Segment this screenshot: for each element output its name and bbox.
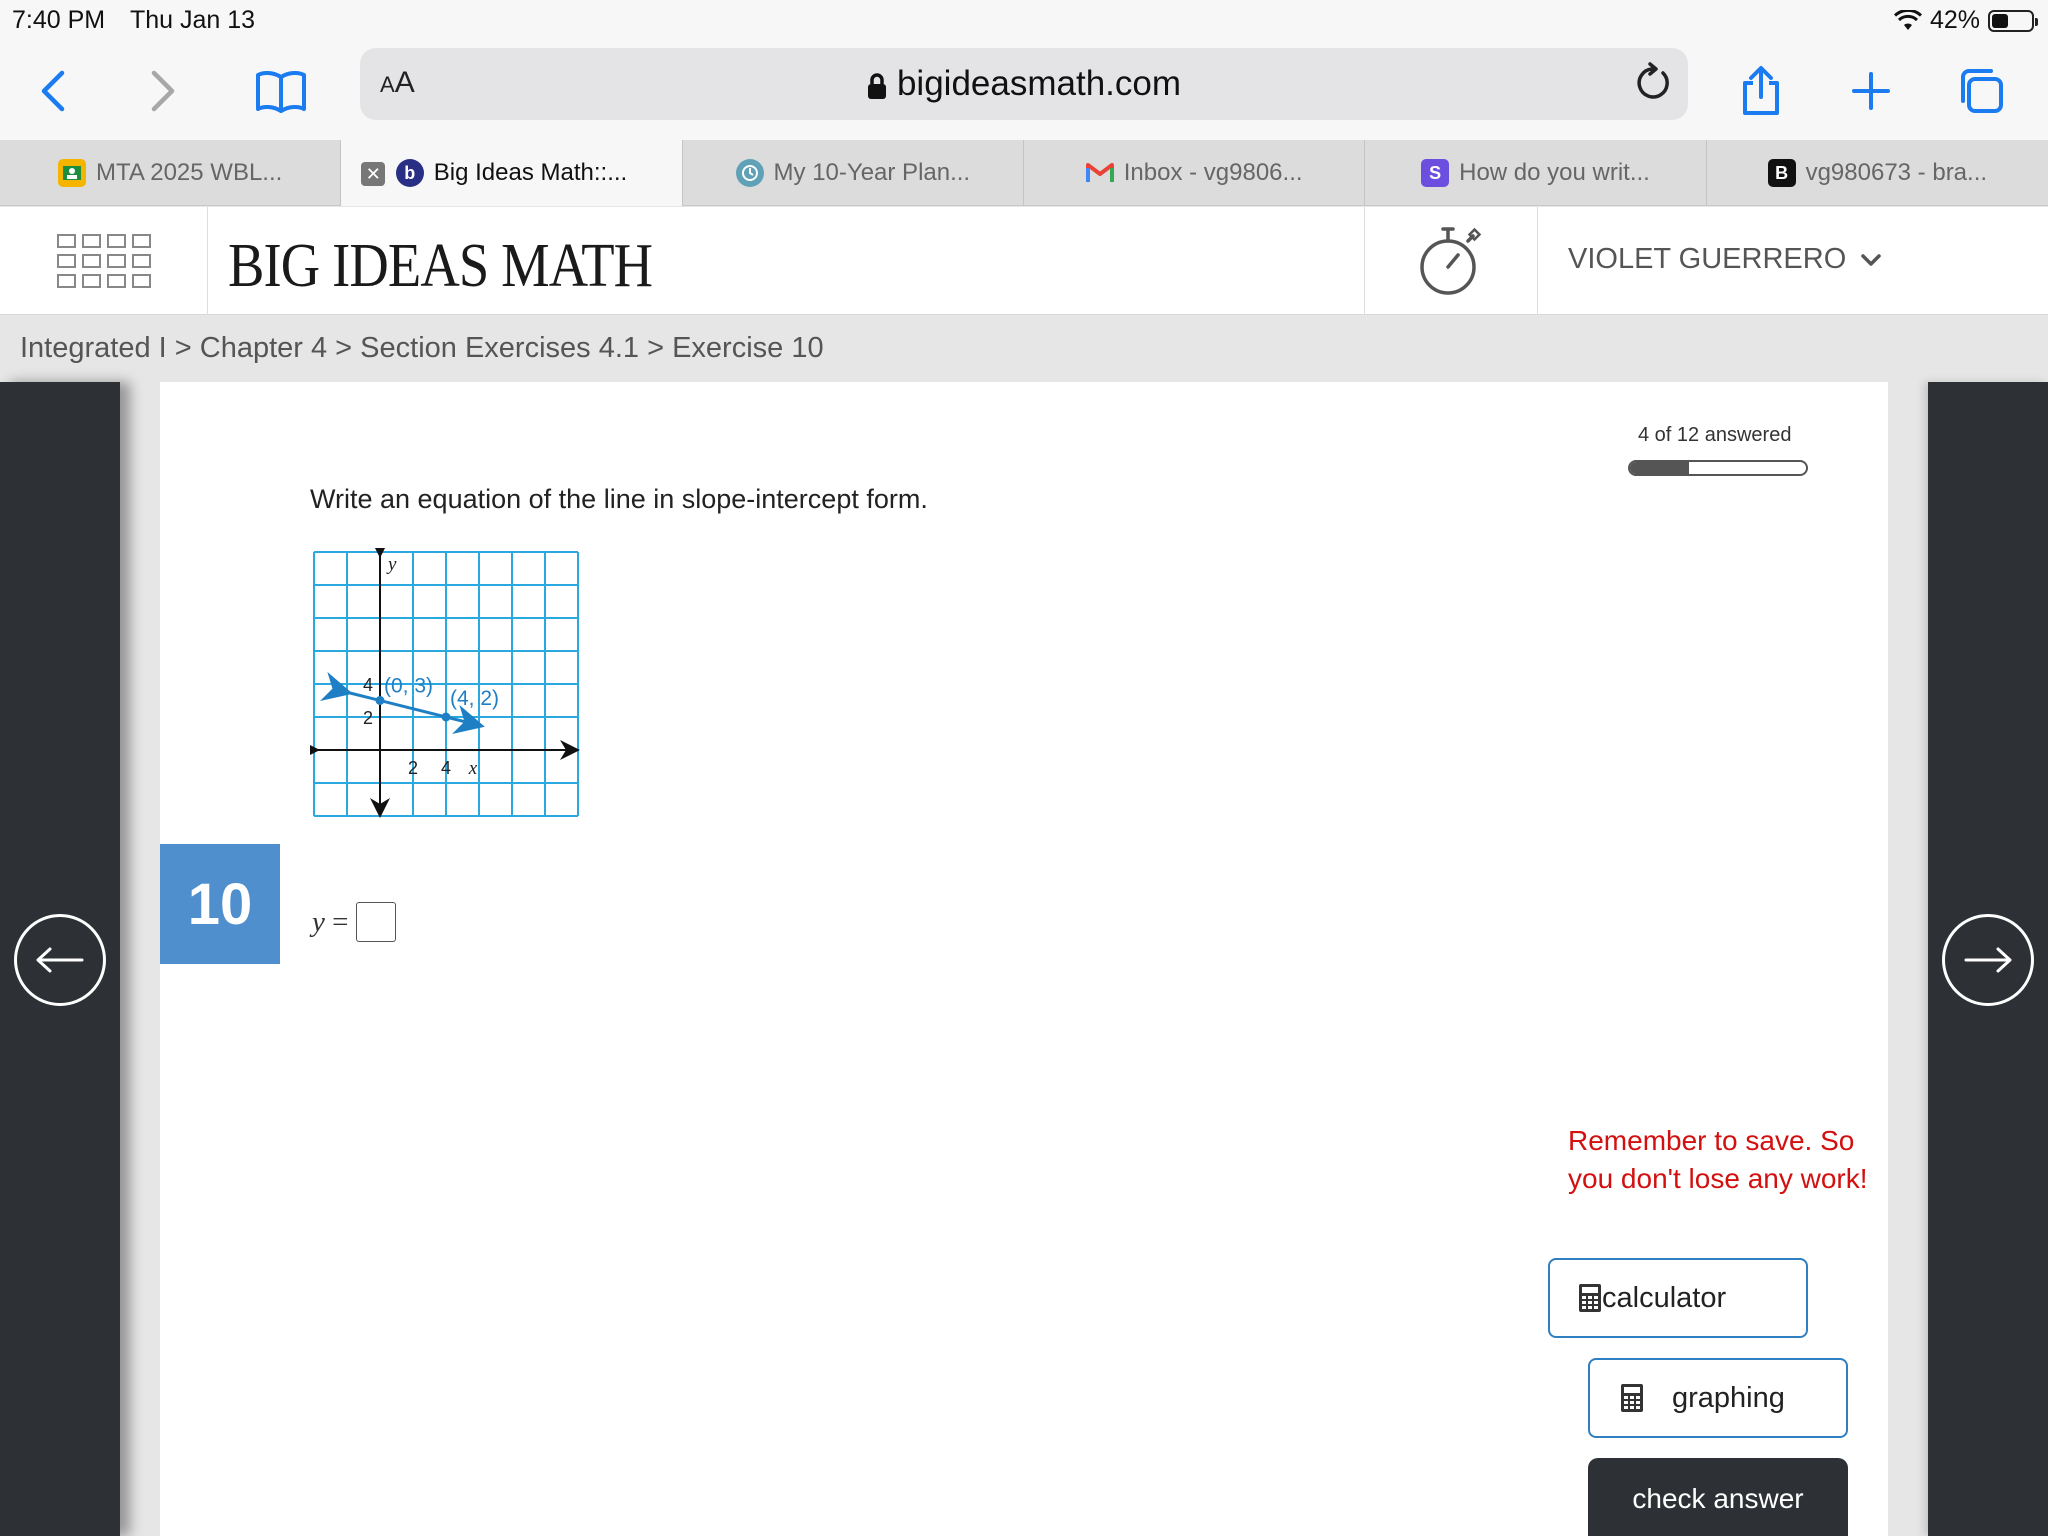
question-text: Write an equation of the line in slope-i… [310,484,928,514]
exercise-number-badge: 10 [160,844,280,964]
tab-label: How do you writ... [1459,159,1650,186]
forward-icon[interactable] [128,56,198,126]
gmail-icon [1085,159,1114,187]
tab-label: My 10-Year Plan... [773,159,971,186]
y-tick-label: 2 [363,708,373,728]
graphing-calculator-button[interactable]: graphing [1588,1358,1848,1438]
battery-percent: 42% [1929,6,1980,34]
timer-button[interactable] [1364,207,1538,315]
answer-equals: = [332,905,349,938]
tab-brainly[interactable]: B vg980673 - bra... [1707,140,2048,206]
url-text: bigideasmath.com [896,64,1182,103]
calculator-label: calculator [1602,1281,1727,1314]
site-header: BIG IDEAS MATH VIOLET GUERRERO [0,207,2048,315]
browser-toolbar: AA bigideasmath.com [0,42,2048,140]
address-bar[interactable]: AA bigideasmath.com [360,48,1688,120]
tab-inbox[interactable]: Inbox - vg9806... [1024,140,1366,206]
tab-big-ideas-math[interactable]: ✕ b Big Ideas Math::... [341,140,683,206]
app-grid-menu-button[interactable] [0,207,208,315]
tab-label: Big Ideas Math::... [433,159,628,186]
grid-icon [56,234,151,288]
back-icon[interactable] [18,56,88,126]
x-tick-label: 4 [441,758,451,778]
progress-bar [1628,460,1808,476]
previous-exercise-button[interactable] [14,914,106,1006]
wifi-icon [1893,9,1922,30]
tab-label: vg980673 - bra... [1805,159,1988,186]
user-name: VIOLET GUERRERO [1568,243,1847,275]
point-b-label: (4, 2) [450,687,499,710]
url-display[interactable]: bigideasmath.com [360,64,1688,104]
battery-level [1992,13,2008,28]
calculator-button[interactable]: calculator [1548,1258,1808,1338]
graphing-label: graphing [1672,1381,1785,1414]
exercise-panel: 4 of 12 answered Write an equation of th… [160,382,1888,1536]
save-reminder: Remember to save. So you don't lose any … [1568,1125,1868,1194]
big-ideas-math-icon: b [395,159,424,187]
battery-icon [1988,9,2038,32]
planner-icon [735,159,764,187]
tab-mta[interactable]: MTA 2025 WBL... [0,140,342,206]
socratic-icon: S [1421,159,1450,187]
next-exercise-button[interactable] [1942,914,2034,1006]
arrow-left-icon [36,947,84,973]
bookmarks-icon[interactable] [246,56,316,126]
progress-label: 4 of 12 answered [1638,424,1792,446]
tabs-overview-icon[interactable] [1946,56,2016,126]
user-menu[interactable]: VIOLET GUERRERO [1568,243,1882,276]
answer-input[interactable] [356,902,397,942]
answer-row: y = [312,902,397,942]
tab-label: MTA 2025 WBL... [96,159,283,186]
y-axis-label: y [386,554,397,575]
y-tick-label: 4 [363,675,373,695]
breadcrumb[interactable]: Integrated I > Chapter 4 > Section Exerc… [20,332,824,365]
check-answer-button[interactable]: check answer [1588,1458,1848,1536]
answer-prefix: y = [312,906,348,939]
chevron-down-icon [1861,253,1881,266]
x-tick-label: 2 [408,758,418,778]
big-ideas-math-logo[interactable]: BIG IDEAS MATH [228,231,653,302]
point-a-label: (0, 3) [384,675,433,698]
status-bar: 7:40 PM Thu Jan 13 42% [0,0,2048,42]
reload-icon[interactable] [1632,62,1672,104]
new-tab-icon[interactable] [1836,56,1906,126]
answer-variable: y [312,905,325,938]
left-nav-panel [0,382,120,1536]
google-classroom-icon [58,159,87,187]
lock-icon [867,73,886,99]
status-right: 42% [1893,6,2038,35]
brainly-icon: B [1767,159,1796,187]
stopwatch-icon [1420,227,1482,295]
point-b [441,712,451,722]
status-date: Thu Jan 13 [130,6,256,34]
tab-socratic[interactable]: S How do you writ... [1365,140,1707,206]
arrow-right-icon [1964,947,2012,973]
close-tab-icon[interactable]: ✕ [361,162,386,186]
line-graph: (0, 3) (4, 2) 2 4 2 4 x y [310,548,580,818]
share-icon[interactable] [1726,56,1796,126]
tab-bar: MTA 2025 WBL... ✕ b Big Ideas Math::... … [0,140,2048,206]
right-nav-panel [1928,382,2048,1536]
tab-10-year-plan[interactable]: My 10-Year Plan... [683,140,1024,206]
status-time: 7:40 PM [12,6,106,34]
x-axis-label: x [468,758,478,779]
calculator-icon [1621,1384,1643,1412]
progress-fill [1630,462,1689,474]
calculator-icon [1579,1284,1601,1312]
tab-label: Inbox - vg9806... [1123,159,1303,186]
